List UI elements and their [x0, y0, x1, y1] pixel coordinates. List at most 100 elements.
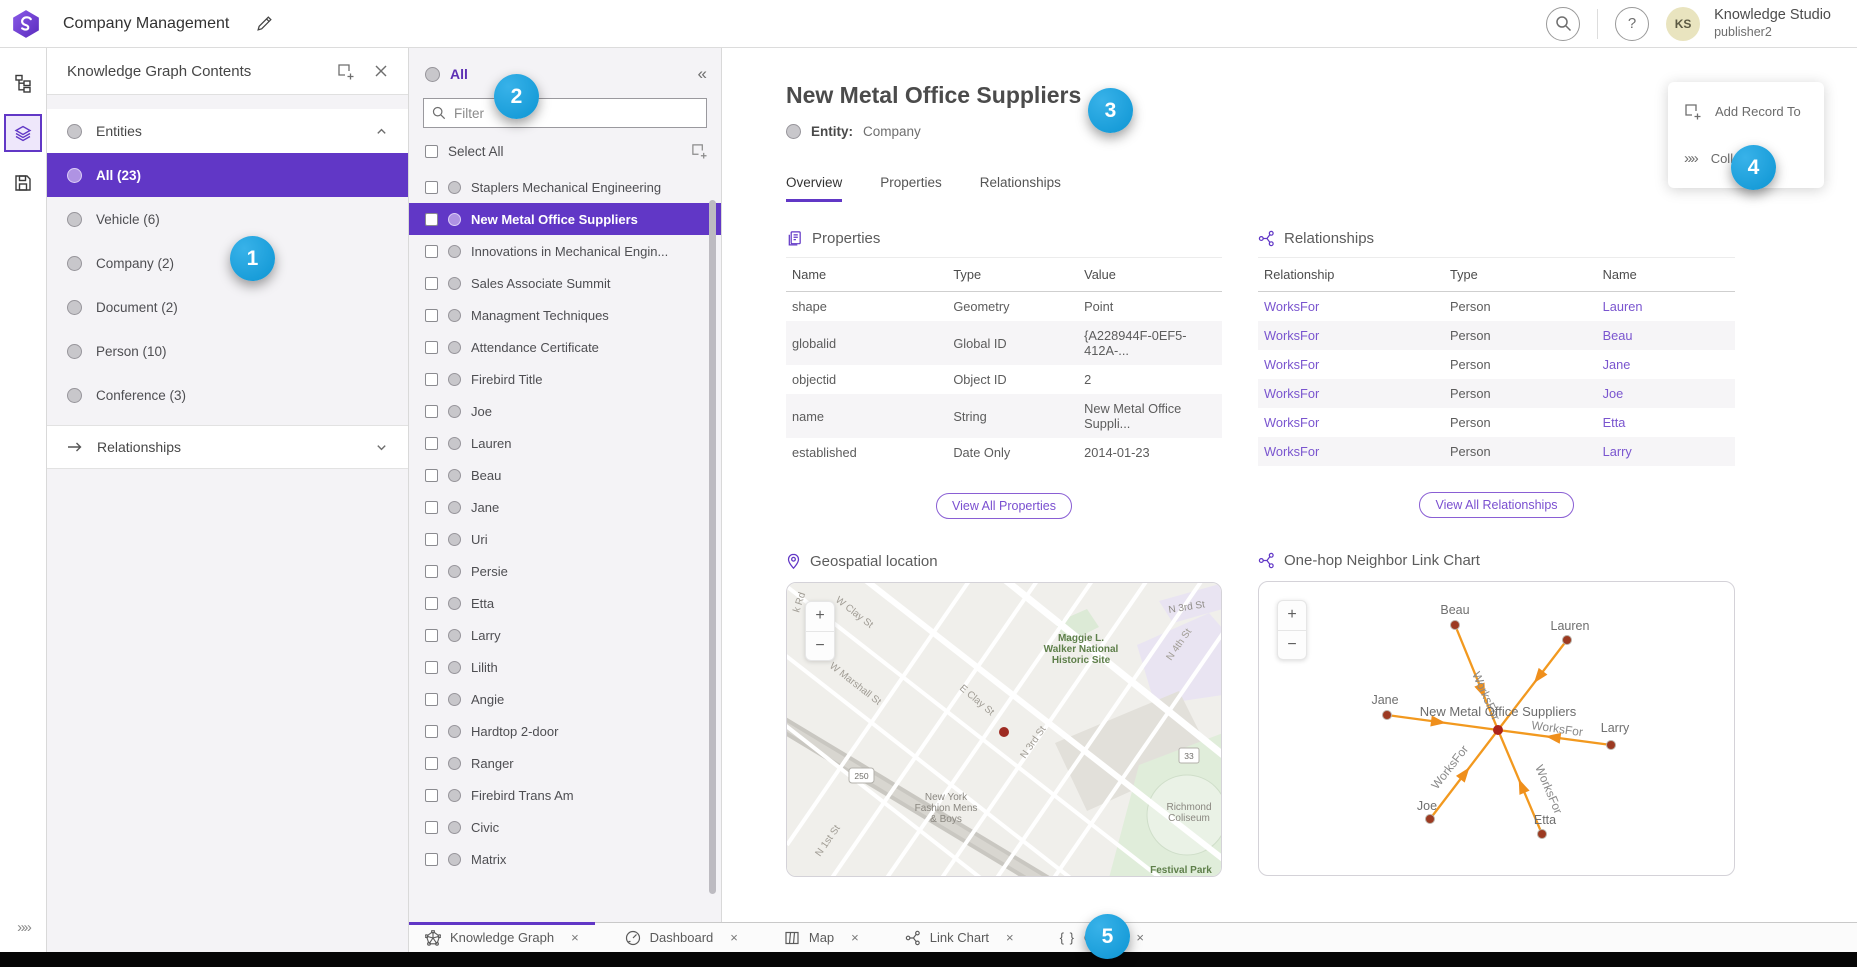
cell-relationship-link[interactable]: WorksFor — [1258, 379, 1444, 408]
one-hop-link-chart[interactable]: WorksFor WorksFor WorksFor WorksFor — [1258, 581, 1735, 876]
cell-relationship-link[interactable]: WorksFor — [1258, 321, 1444, 350]
chevron-up-icon[interactable] — [375, 125, 388, 138]
zoom-in-button[interactable]: + — [1278, 601, 1306, 631]
item-checkbox[interactable] — [425, 213, 438, 226]
list-item[interactable]: Lilith — [409, 651, 721, 683]
entities-section-header[interactable]: Entities — [47, 109, 408, 153]
rail-data-model-icon[interactable] — [4, 64, 42, 102]
entity-type-item[interactable]: Conference (3) — [47, 373, 408, 417]
list-item[interactable]: Managment Techniques — [409, 299, 721, 331]
cell-relationship-link[interactable]: WorksFor — [1258, 437, 1444, 466]
item-checkbox[interactable] — [425, 629, 438, 642]
item-checkbox[interactable] — [425, 373, 438, 386]
tab-overview[interactable]: Overview — [786, 175, 842, 202]
item-checkbox[interactable] — [425, 565, 438, 578]
item-checkbox[interactable] — [425, 405, 438, 418]
cell-relationship-link[interactable]: WorksFor — [1258, 350, 1444, 379]
collapse-panel-icon[interactable]: « — [698, 64, 707, 84]
list-item[interactable]: Ranger — [409, 747, 721, 779]
menu-item-add-record-to[interactable]: Add Record To — [1668, 88, 1824, 135]
rail-layers-icon[interactable] — [4, 114, 42, 152]
rail-save-icon[interactable] — [4, 164, 42, 202]
item-checkbox[interactable] — [425, 437, 438, 450]
search-button[interactable] — [1546, 7, 1580, 41]
list-item[interactable]: Persie — [409, 555, 721, 587]
cell-name-link[interactable]: Beau — [1597, 321, 1735, 350]
view-all-properties-button[interactable]: View All Properties — [936, 493, 1072, 519]
cell-name-link[interactable]: Joe — [1597, 379, 1735, 408]
list-item[interactable]: Staplers Mechanical Engineering — [409, 171, 721, 203]
avatar[interactable]: KS — [1666, 7, 1700, 41]
cell-name-link[interactable]: Lauren — [1597, 292, 1735, 322]
list-item[interactable]: Hardtop 2-door — [409, 715, 721, 747]
entity-type-item[interactable]: Company (2) — [47, 241, 408, 285]
cell-relationship-link[interactable]: WorksFor — [1258, 292, 1444, 322]
list-item[interactable]: New Metal Office Suppliers — [409, 203, 721, 235]
close-panel-icon[interactable] — [374, 64, 388, 78]
tab-dashboard[interactable]: Dashboard × — [609, 923, 754, 952]
item-checkbox[interactable] — [425, 757, 438, 770]
zoom-out-button[interactable]: − — [1278, 631, 1306, 660]
user-info[interactable]: Knowledge Studio publisher2 — [1714, 7, 1831, 39]
item-checkbox[interactable] — [425, 853, 438, 866]
list-panel-title-group[interactable]: All — [425, 66, 468, 82]
zoom-in-button[interactable]: + — [806, 602, 834, 632]
tab-knowledge-graph[interactable]: Knowledge Graph × — [409, 923, 595, 952]
entity-type-item[interactable]: Vehicle (6) — [47, 197, 408, 241]
list-item[interactable]: Joe — [409, 395, 721, 427]
list-item[interactable]: Uri — [409, 523, 721, 555]
list-item[interactable]: Etta — [409, 587, 721, 619]
close-tab-icon[interactable]: × — [571, 930, 579, 945]
geospatial-map[interactable]: 250 33 k Rd W Clay St E Clay St W Marsha… — [786, 582, 1222, 877]
list-item[interactable]: Civic — [409, 811, 721, 843]
item-checkbox[interactable] — [425, 725, 438, 738]
list-item[interactable]: Innovations in Mechanical Engin... — [409, 235, 721, 267]
list-item[interactable]: Beau — [409, 459, 721, 491]
list-item[interactable]: Attendance Certificate — [409, 331, 721, 363]
add-record-icon[interactable] — [691, 143, 707, 159]
close-tab-icon[interactable]: × — [730, 930, 738, 945]
cell-relationship-link[interactable]: WorksFor — [1258, 408, 1444, 437]
item-checkbox[interactable] — [425, 789, 438, 802]
close-tab-icon[interactable]: × — [1006, 930, 1014, 945]
list-item[interactable]: Larry — [409, 619, 721, 651]
select-all-checkbox[interactable] — [425, 145, 438, 158]
list-item[interactable]: Lauren — [409, 427, 721, 459]
item-checkbox[interactable] — [425, 661, 438, 674]
add-record-icon[interactable] — [337, 63, 354, 80]
scrollbar[interactable] — [709, 200, 716, 894]
item-checkbox[interactable] — [425, 309, 438, 322]
close-tab-icon[interactable]: × — [1136, 930, 1144, 945]
view-all-relationships-button[interactable]: View All Relationships — [1419, 492, 1573, 518]
zoom-out-button[interactable]: − — [806, 632, 834, 661]
entity-type-item[interactable]: Document (2) — [47, 285, 408, 329]
edit-title-icon[interactable] — [255, 15, 273, 33]
select-all-row[interactable]: Select All — [425, 143, 707, 159]
item-checkbox[interactable] — [425, 181, 438, 194]
help-button[interactable]: ? — [1615, 7, 1649, 41]
rail-expand-icon[interactable]: »» — [0, 919, 47, 936]
item-checkbox[interactable] — [425, 277, 438, 290]
list-item[interactable]: Matrix — [409, 843, 721, 875]
list-item[interactable]: Jane — [409, 491, 721, 523]
tab-properties[interactable]: Properties — [880, 175, 942, 202]
entity-type-item[interactable]: All (23) — [47, 153, 408, 197]
relationships-section-header[interactable]: Relationships — [47, 425, 408, 469]
entity-type-item[interactable]: Person (10) — [47, 329, 408, 373]
cell-name-link[interactable]: Larry — [1597, 437, 1735, 466]
cell-name-link[interactable]: Jane — [1597, 350, 1735, 379]
item-checkbox[interactable] — [425, 245, 438, 258]
cell-name-link[interactable]: Etta — [1597, 408, 1735, 437]
item-checkbox[interactable] — [425, 469, 438, 482]
filter-input[interactable] — [454, 106, 698, 121]
item-checkbox[interactable] — [425, 341, 438, 354]
list-item[interactable]: Firebird Title — [409, 363, 721, 395]
list-item[interactable]: Firebird Trans Am — [409, 779, 721, 811]
tab-link-chart[interactable]: Link Chart × — [889, 923, 1030, 952]
list-item[interactable]: Sales Associate Summit — [409, 267, 721, 299]
item-checkbox[interactable] — [425, 533, 438, 546]
close-tab-icon[interactable]: × — [851, 930, 859, 945]
list-item[interactable]: Angie — [409, 683, 721, 715]
item-checkbox[interactable] — [425, 597, 438, 610]
tab-map[interactable]: Map × — [768, 923, 875, 952]
